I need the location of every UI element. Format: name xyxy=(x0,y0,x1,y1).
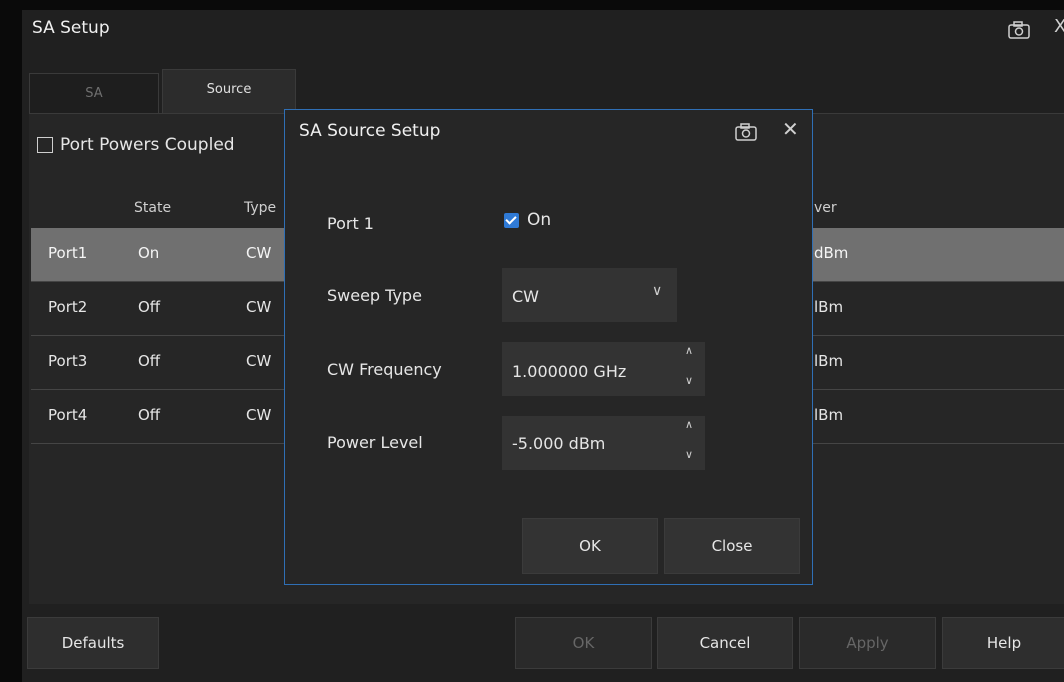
cell-type: CW xyxy=(246,244,272,262)
power-level-label: Power Level xyxy=(327,433,423,452)
column-header-type: Type xyxy=(244,200,277,216)
cell-power: lBm xyxy=(814,406,844,424)
checkbox-checked-icon[interactable] xyxy=(504,212,519,228)
cw-frequency-value: 1.000000 GHz xyxy=(512,362,627,381)
cancel-button[interactable]: Cancel xyxy=(657,617,793,669)
dialog-title: SA Source Setup xyxy=(299,121,441,141)
port-on-checkbox[interactable]: On xyxy=(504,210,551,230)
cw-frequency-label: CW Frequency xyxy=(327,360,442,379)
close-icon[interactable]: X xyxy=(1054,16,1064,37)
port-powers-coupled-checkbox[interactable]: Port Powers Coupled xyxy=(37,135,235,155)
cell-port: Port2 xyxy=(48,298,88,316)
cell-type: CW xyxy=(246,298,272,316)
spin-down-icon[interactable]: ∨ xyxy=(685,448,693,461)
checkbox-icon[interactable] xyxy=(37,137,53,153)
cell-state: Off xyxy=(138,406,161,424)
sweep-type-value: CW xyxy=(512,287,539,306)
cell-port: Port3 xyxy=(48,352,88,370)
ok-button[interactable]: OK xyxy=(515,617,652,669)
port-on-label: On xyxy=(527,210,552,230)
cell-type: CW xyxy=(246,352,272,370)
port-powers-coupled-label: Port Powers Coupled xyxy=(60,135,235,155)
tab-sa[interactable]: SA xyxy=(29,73,159,114)
cell-power: lBm xyxy=(814,352,844,370)
cell-state: Off xyxy=(138,352,161,370)
close-icon[interactable]: ✕ xyxy=(782,117,799,141)
apply-button[interactable]: Apply xyxy=(799,617,936,669)
column-header-power: ver xyxy=(814,200,837,216)
dialog-close-button[interactable]: Close xyxy=(664,518,800,574)
spin-up-icon[interactable]: ∧ xyxy=(685,418,693,431)
cell-state: On xyxy=(138,244,160,262)
dialog-ok-button[interactable]: OK xyxy=(522,518,658,574)
cell-port: Port1 xyxy=(48,244,88,262)
sweep-type-label: Sweep Type xyxy=(327,286,422,305)
camera-icon[interactable] xyxy=(734,122,758,142)
spin-down-icon[interactable]: ∨ xyxy=(685,374,693,387)
column-header-state: State xyxy=(134,200,172,216)
help-button[interactable]: Help xyxy=(942,617,1064,669)
camera-icon[interactable] xyxy=(1007,20,1031,40)
spin-up-icon[interactable]: ∧ xyxy=(685,344,693,357)
power-level-value: -5.000 dBm xyxy=(512,434,606,453)
port-label: Port 1 xyxy=(327,214,374,233)
cell-type: CW xyxy=(246,406,272,424)
defaults-button[interactable]: Defaults xyxy=(27,617,159,669)
cell-port: Port4 xyxy=(48,406,88,424)
chevron-down-icon[interactable]: ∨ xyxy=(652,283,662,299)
cell-power: dBm xyxy=(814,244,849,262)
window-title: SA Setup xyxy=(32,18,110,38)
tab-source[interactable]: Source xyxy=(162,69,296,114)
cell-power: lBm xyxy=(814,298,844,316)
cell-state: Off xyxy=(138,298,161,316)
